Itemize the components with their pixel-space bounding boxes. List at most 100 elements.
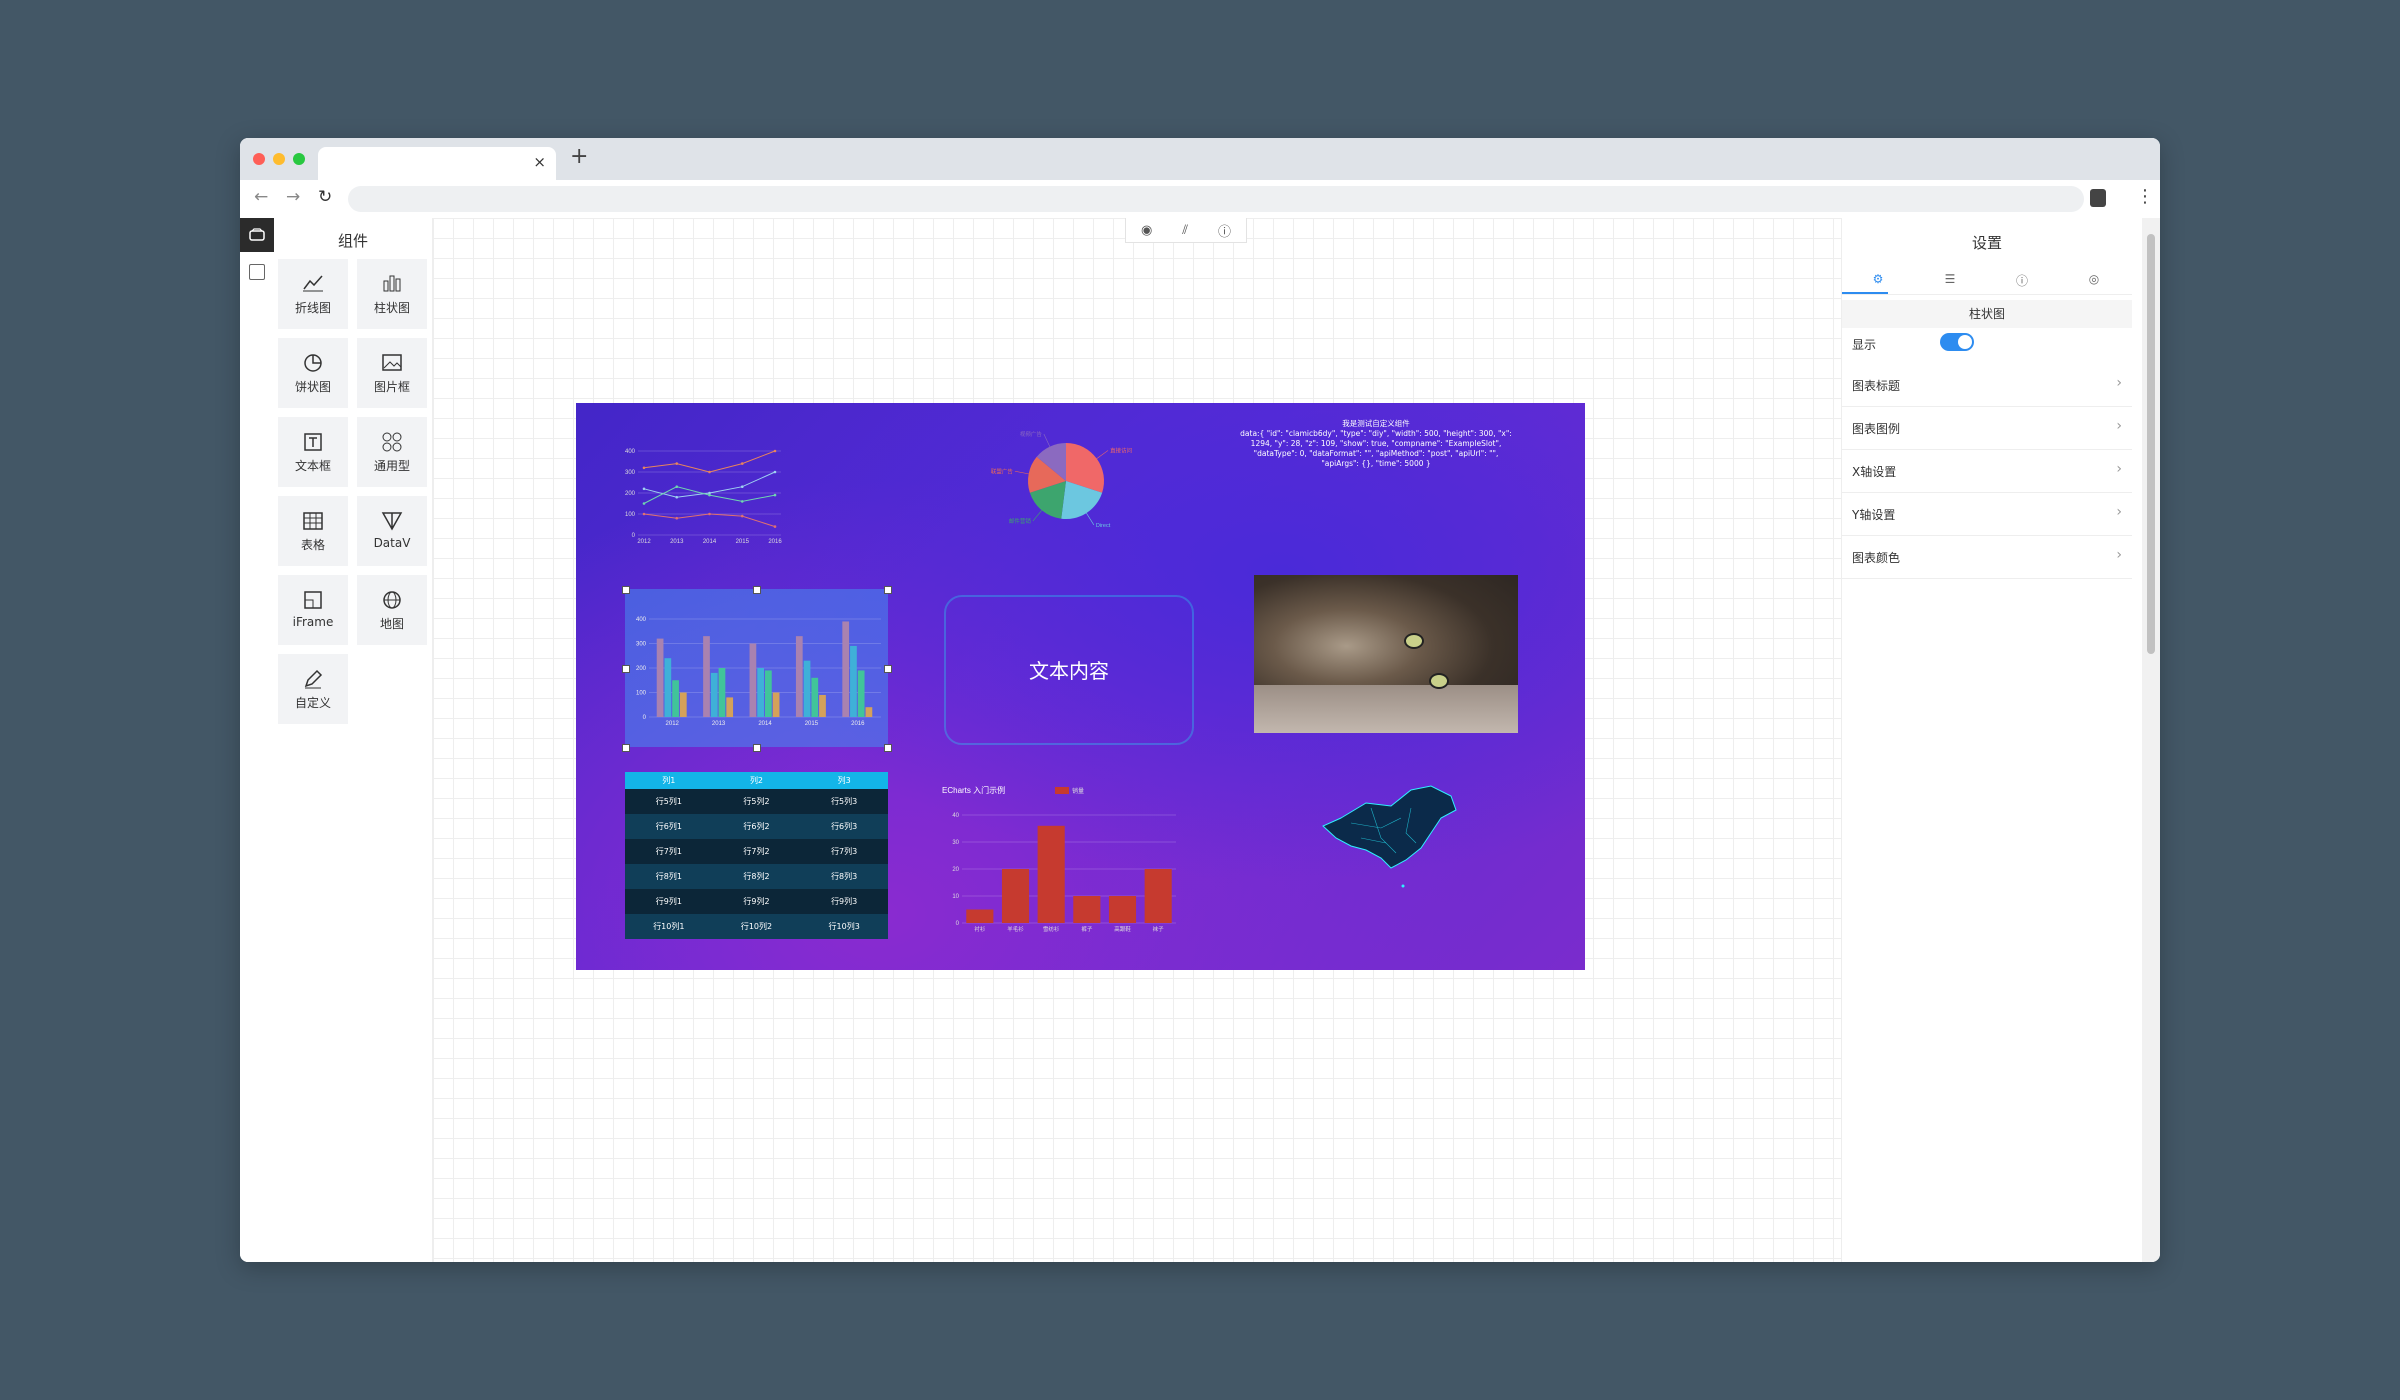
settings-row-label: 图表标题: [1852, 379, 1901, 393]
component-tile[interactable]: 饼状图: [278, 338, 348, 408]
show-toggle[interactable]: [1940, 333, 1974, 351]
chevron-right-icon: ›: [2116, 461, 2122, 477]
data-point: [740, 514, 744, 518]
x-tick-label: 2015: [805, 721, 819, 727]
bar: [757, 668, 764, 717]
reload-button[interactable]: ↻: [318, 187, 332, 207]
table-row[interactable]: 行8列1 行8列2 行8列3: [625, 864, 888, 889]
components-panel-icon[interactable]: [240, 218, 274, 252]
browser-menu-button[interactable]: ⋮: [2136, 186, 2154, 207]
legend-label: 销量: [1072, 787, 1084, 795]
settings-row[interactable]: 图表颜色 ›: [1842, 536, 2132, 579]
text-widget[interactable]: 文本内容: [944, 595, 1194, 745]
table-row[interactable]: 行7列1 行7列2 行7列3: [625, 839, 888, 864]
table-row[interactable]: 行10列1 行10列2 行10列3: [625, 914, 888, 939]
bar: [664, 658, 672, 717]
tab-config[interactable]: ⚙: [1842, 272, 1914, 286]
line-chart-icon: [278, 273, 348, 295]
data-point: [708, 512, 711, 516]
resize-handle[interactable]: [884, 665, 892, 673]
bar: [857, 670, 865, 717]
vertical-scrollbar[interactable]: [2142, 218, 2160, 1262]
echarts-bar-widget[interactable]: ECharts 入门示例 销量 0 10 20 30 40 衬衫 羊毛衫 雪纺衫 裤子 高跟鞋 袜子: [940, 783, 1180, 943]
settings-row[interactable]: 图表标题 ›: [1842, 364, 2132, 407]
resize-handle[interactable]: [753, 744, 761, 752]
dashboard-stage[interactable]: 0 100 200 300 400 2012 2013 2014 2015 2016 直接访问 Di…: [576, 403, 1585, 970]
china-map-widget[interactable]: [1311, 778, 1471, 903]
layers-icon[interactable]: [249, 264, 265, 280]
settings-row[interactable]: 图表图例 ›: [1842, 407, 2132, 450]
pie-label-line: [1014, 470, 1029, 475]
pie-label: 视频广告: [1020, 430, 1043, 438]
settings-row[interactable]: X轴设置 ›: [1842, 450, 2132, 493]
component-tile[interactable]: DataV: [357, 496, 427, 566]
table-cell: 行10列2: [712, 914, 801, 939]
tab-bar: × +: [240, 138, 2160, 180]
component-tile[interactable]: 折线图: [278, 259, 348, 329]
component-tile[interactable]: 柱状图: [357, 259, 427, 329]
x-tick-label: 2012: [637, 539, 651, 545]
component-tile[interactable]: 自定义: [278, 654, 348, 724]
data-point: [675, 485, 679, 488]
pie-chart-widget[interactable]: 直接访问 Direct 邮件营销 联盟广告 视频广告: [986, 423, 1146, 533]
forward-button[interactable]: →: [286, 187, 300, 207]
selected-bar-chart-widget[interactable]: 0 100 200 300 400 2012 2013 2014 2015 2016: [625, 589, 888, 747]
iframe-icon: [278, 589, 348, 611]
y-tick-label: 10: [952, 894, 959, 900]
info-icon[interactable]: ⓘ: [1218, 221, 1231, 240]
component-tile[interactable]: 图片框: [357, 338, 427, 408]
chart-tool-icon[interactable]: ⫽: [1182, 223, 1188, 238]
table-row[interactable]: 行5列1 行5列2 行5列3: [625, 789, 888, 814]
back-button[interactable]: ←: [254, 187, 268, 207]
table-widget[interactable]: 列1 列2 列3 行5列1 行5列2 行5列3 行6列1 行6列2 行6列3 行7列1 行7列2 行…: [625, 772, 888, 939]
new-tab-button[interactable]: +: [570, 144, 588, 169]
component-tile[interactable]: iFrame: [278, 575, 348, 645]
pencil-icon: [278, 668, 348, 690]
maximize-window-dot[interactable]: [293, 153, 305, 165]
table-row[interactable]: 行9列1 行9列2 行9列3: [625, 889, 888, 914]
resize-handle[interactable]: [884, 744, 892, 752]
scrollbar-thumb[interactable]: [2147, 234, 2155, 654]
browser-tab[interactable]: ×: [318, 147, 556, 180]
resize-handle[interactable]: [622, 665, 630, 673]
settings-row-label: Y轴设置: [1852, 508, 1896, 522]
data-point: [642, 502, 646, 505]
component-tile[interactable]: 表格: [278, 496, 348, 566]
tab-advanced[interactable]: ◎: [2058, 272, 2130, 286]
tab-close-icon[interactable]: ×: [533, 153, 546, 171]
extension-icon[interactable]: [2090, 189, 2106, 207]
resize-handle[interactable]: [884, 586, 892, 594]
pie-label: 直接访问: [1110, 446, 1132, 454]
minimize-window-dot[interactable]: [273, 153, 285, 165]
component-tile[interactable]: 文本框: [278, 417, 348, 487]
resize-handle[interactable]: [622, 744, 630, 752]
resize-handle[interactable]: [753, 586, 761, 594]
components-title: 组件: [337, 232, 368, 250]
table-row[interactable]: 行6列1 行6列2 行6列3: [625, 814, 888, 839]
data-point: [740, 485, 744, 488]
data-point: [642, 487, 646, 491]
component-tile-label: 图片框: [373, 380, 410, 394]
y-tick-label: 100: [636, 691, 647, 697]
tab-data[interactable]: ☰: [1914, 272, 1986, 286]
pie-label: Direct: [1096, 523, 1111, 529]
url-input[interactable]: [348, 186, 2084, 212]
data-point: [773, 525, 777, 528]
close-window-dot[interactable]: [253, 153, 265, 165]
preview-eye-icon[interactable]: ◉: [1141, 223, 1152, 238]
x-tick-label: 高跟鞋: [1114, 925, 1131, 933]
image-widget[interactable]: [1254, 575, 1518, 733]
settings-row[interactable]: Y轴设置 ›: [1842, 493, 2132, 536]
table-icon: [278, 510, 348, 532]
custom-widget-data: data:{ "id": "clamicb6dy", "type": "diy"…: [1240, 429, 1512, 468]
component-tile[interactable]: 通用型: [357, 417, 427, 487]
line-chart-widget[interactable]: 0 100 200 300 400 2012 2013 2014 2015 2016: [616, 443, 786, 553]
design-canvas[interactable]: ◉ ⫽ ⓘ 0 100 200 300 400 2012 2013 2014 2015 2016 …: [433, 218, 2081, 1262]
tab-info[interactable]: ⓘ: [1986, 272, 2058, 289]
bar: [966, 909, 994, 923]
bar: [819, 694, 826, 717]
resize-handle[interactable]: [622, 586, 630, 594]
custom-widget[interactable]: 我是测试自定义组件 data:{ "id": "clamicb6dy", "ty…: [1236, 419, 1516, 469]
bar: [1037, 825, 1065, 923]
component-tile[interactable]: 地图: [357, 575, 427, 645]
